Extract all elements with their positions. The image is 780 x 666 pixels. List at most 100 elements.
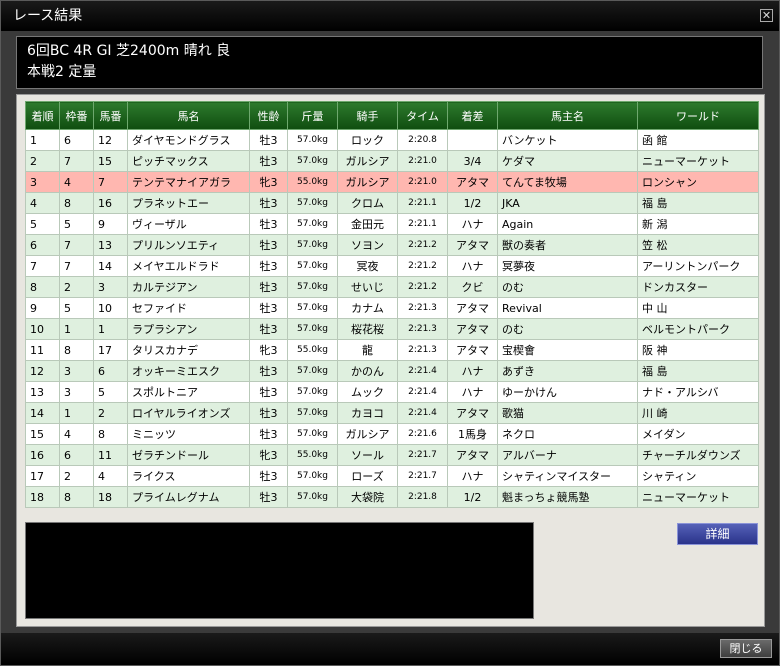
table-row[interactable]: 10 1 1 ラプラシアン 牡3 57.0kg 桜花桜 2:21.3 アタマ のむ ベルモントパーク (25, 318, 759, 340)
cell-number: 12 (93, 129, 128, 151)
cell-rank: 1 (25, 129, 60, 151)
cell-horse: ゼラチンドール (127, 444, 250, 466)
cell-horse: プラネットエー (127, 192, 250, 214)
race-info-panel: 6回BC 4R GⅠ 芝2400m 晴れ 良 本戦2 定量 (16, 36, 763, 89)
cell-owner: ゆーかけん (497, 381, 638, 403)
table-row[interactable]: 6 7 13 プリルンソエティ 牡3 57.0kg ソヨン 2:21.2 アタマ 獣の奏者笠 松 (25, 234, 759, 256)
cell-margin: 1馬身 (447, 423, 498, 445)
cell-time: 2:21.4 (397, 360, 448, 382)
table-row[interactable]: 11 8 17 タリスカナデ 牝3 55.0kg 龍 2:21.3 アタマ 宝楔會阪 神 (25, 339, 759, 361)
cell-owner: 歌猫 (497, 402, 638, 424)
table-header-row: 着順 枠番 馬番 馬名 性齢 斤量 騎手 タイム 着差 馬主名 ワールド (25, 101, 759, 130)
cell-jockey: かのん (337, 360, 398, 382)
cell-number: 18 (93, 486, 128, 508)
header-jockey[interactable]: 騎手 (337, 101, 398, 130)
cell-owner: ネクロ (497, 423, 638, 445)
cell-weight: 57.0kg (287, 402, 338, 424)
cell-owner: のむ (497, 318, 638, 340)
header-sex-age[interactable]: 性齢 (249, 101, 288, 130)
cell-weight: 55.0kg (287, 444, 338, 466)
header-time[interactable]: タイム (397, 101, 448, 130)
cell-world: ニューマーケット (637, 486, 759, 508)
table-row[interactable]: 16 6 11 ゼラチンドール 牝3 55.0kg ソール 2:21.7 アタマ アルバーナ チャー… (25, 444, 759, 466)
cell-frame: 5 (59, 297, 94, 319)
cell-time: 2:21.2 (397, 234, 448, 256)
header-rank[interactable]: 着順 (25, 101, 60, 130)
cell-world: 函 館 (637, 129, 759, 151)
header-margin[interactable]: 着差 (447, 101, 498, 130)
table-row[interactable]: 13 3 5 スポルトニア 牡3 57.0kg ムック 2:21.4 ハナ ゆーかけん ナド・アルシ… (25, 381, 759, 403)
cell-sex-age: 牡3 (249, 318, 288, 340)
table-row[interactable]: 8 2 3 カルテジアン 牡3 57.0kg せいじ 2:21.2 クビ のむ ドンカスター (25, 276, 759, 298)
cell-time: 2:21.3 (397, 339, 448, 361)
header-weight[interactable]: 斤量 (287, 101, 338, 130)
detail-button[interactable]: 詳細 (677, 523, 758, 545)
cell-frame: 5 (59, 213, 94, 235)
cell-margin: ハナ (447, 255, 498, 277)
close-icon[interactable]: ✕ (760, 9, 773, 22)
cell-number: 2 (93, 402, 128, 424)
cell-sex-age: 牡3 (249, 234, 288, 256)
header-world[interactable]: ワールド (637, 101, 759, 130)
cell-horse: プリルンソエティ (127, 234, 250, 256)
cell-frame: 7 (59, 234, 94, 256)
cell-weight: 55.0kg (287, 339, 338, 361)
header-frame[interactable]: 枠番 (59, 101, 94, 130)
cell-horse: ダイヤモンドグラス (127, 129, 250, 151)
table-row[interactable]: 17 2 4 ライクス 牡3 57.0kg ローズ 2:21.7 ハナ シャティンマイスター シャテ… (25, 465, 759, 487)
cell-world: ドンカスター (637, 276, 759, 298)
cell-frame: 4 (59, 423, 94, 445)
cell-margin: アタマ (447, 318, 498, 340)
table-row[interactable]: 15 4 8 ミニッツ 牡3 57.0kg ガルシア 2:21.6 1馬身 ネクロ メイダン (25, 423, 759, 445)
table-row[interactable]: 5 5 9 ヴィーザル 牡3 57.0kg 金田元 2:21.1 ハナ Again 新 潟 (25, 213, 759, 235)
cell-world: 福 島 (637, 360, 759, 382)
header-horse[interactable]: 馬名 (127, 101, 250, 130)
cell-jockey: カナム (337, 297, 398, 319)
cell-weight: 57.0kg (287, 423, 338, 445)
table-row[interactable]: 1 6 12 ダイヤモンドグラス 牡3 57.0kg ロック 2:20.8 バンケット函 館 (25, 129, 759, 151)
cell-sex-age: 牡3 (249, 297, 288, 319)
cell-number: 7 (93, 171, 128, 193)
cell-time: 2:21.1 (397, 192, 448, 214)
cell-sex-age: 牡3 (249, 129, 288, 151)
table-row[interactable]: 12 3 6 オッキーミエスク 牡3 57.0kg かのん 2:21.4 ハナ あずき福 島 (25, 360, 759, 382)
cell-world: ニューマーケット (637, 150, 759, 172)
cell-sex-age: 牝3 (249, 339, 288, 361)
cell-rank: 13 (25, 381, 60, 403)
cell-jockey: ロック (337, 129, 398, 151)
cell-number: 3 (93, 276, 128, 298)
table-row[interactable]: 7 7 14 メイヤエルドラド 牡3 57.0kg 冥夜 2:21.2 ハナ 冥夢夜 アーリントンパ… (25, 255, 759, 277)
header-owner[interactable]: 馬主名 (497, 101, 638, 130)
table-row[interactable]: 3 4 7 テンテマナイアガラ 牝3 55.0kg ガルシア 2:21.0 アタマ てんてま牧場ロ… (25, 171, 759, 193)
table-row[interactable]: 4 8 16 プラネットエー 牡3 57.0kg クロム 2:21.1 1/2 JKA 福 島 (25, 192, 759, 214)
close-button[interactable]: 閉じる (720, 639, 772, 658)
cell-frame: 1 (59, 318, 94, 340)
cell-world: チャーチルダウンズ (637, 444, 759, 466)
cell-time: 2:21.3 (397, 297, 448, 319)
cell-owner: Revival (497, 297, 638, 319)
cell-rank: 14 (25, 402, 60, 424)
header-number[interactable]: 馬番 (93, 101, 128, 130)
cell-sex-age: 牡3 (249, 402, 288, 424)
cell-frame: 7 (59, 150, 94, 172)
cell-world: シャティン (637, 465, 759, 487)
table-row[interactable]: 18 8 18 プライムレグナム 牡3 57.0kg 大袋院 2:21.8 1/2 魁まっちょ競馬… (25, 486, 759, 508)
cell-weight: 57.0kg (287, 381, 338, 403)
cell-jockey: ガルシア (337, 150, 398, 172)
cell-time: 2:21.6 (397, 423, 448, 445)
cell-margin: ハナ (447, 360, 498, 382)
table-row[interactable]: 9 5 10 セファイド 牡3 57.0kg カナム 2:21.3 アタマ Revival 中 山 (25, 297, 759, 319)
cell-margin: アタマ (447, 171, 498, 193)
results-panel: 着順 枠番 馬番 馬名 性齢 斤量 騎手 タイム 着差 馬主名 ワールド 1 6 12 ダイヤモンドグラス… (16, 94, 765, 627)
cell-margin: 1/2 (447, 192, 498, 214)
cell-number: 15 (93, 150, 128, 172)
table-row[interactable]: 2 7 15 ピッチマックス 牡3 57.0kg ガルシア 2:21.0 3/4 ケダマ ニューマー… (25, 150, 759, 172)
cell-weight: 57.0kg (287, 213, 338, 235)
cell-jockey: ムック (337, 381, 398, 403)
cell-owner: ケダマ (497, 150, 638, 172)
cell-time: 2:21.7 (397, 444, 448, 466)
cell-rank: 18 (25, 486, 60, 508)
table-row[interactable]: 14 1 2 ロイヤルライオンズ 牡3 57.0kg カヨコ 2:21.4 アタマ 歌猫川 崎 (25, 402, 759, 424)
cell-rank: 3 (25, 171, 60, 193)
cell-margin: ハナ (447, 213, 498, 235)
